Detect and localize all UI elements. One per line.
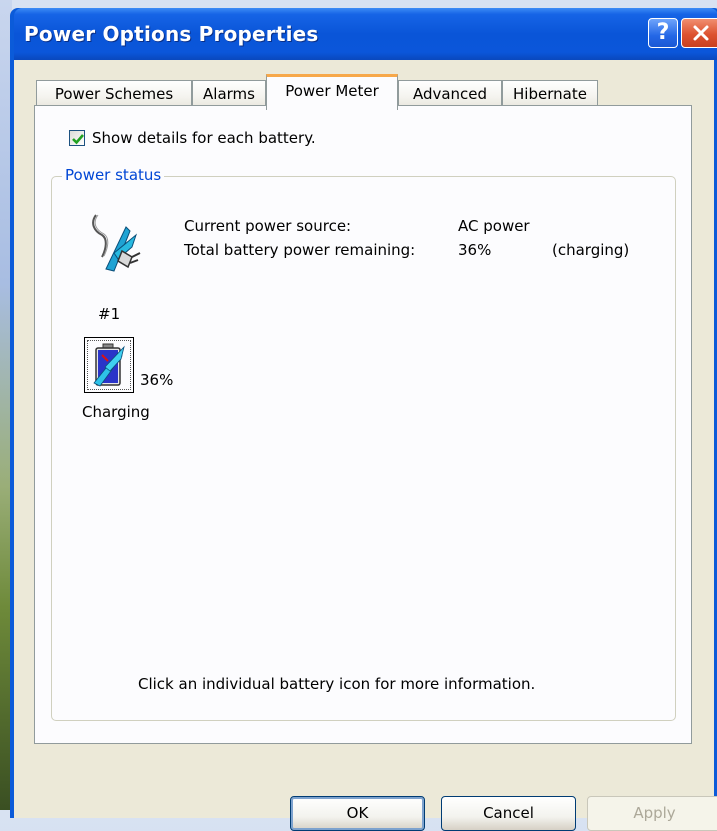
tab-power-meter[interactable]: Power Meter <box>266 74 398 110</box>
show-details-checkbox[interactable] <box>69 130 85 146</box>
apply-label: Apply <box>633 804 676 822</box>
cancel-button[interactable]: Cancel <box>441 796 576 831</box>
battery-charging-icon <box>93 343 125 387</box>
checkmark-icon <box>72 134 84 145</box>
cancel-label: Cancel <box>483 804 534 822</box>
power-meter-panel: Show details for each battery. Power sta… <box>34 105 692 744</box>
tab-hibernate[interactable]: Hibernate <box>502 80 598 108</box>
tab-label: Hibernate <box>513 85 587 103</box>
battery-focus <box>87 340 131 390</box>
remaining-value: 36% <box>458 241 492 259</box>
power-status-title: Power status <box>62 166 165 184</box>
tab-label: Power Meter <box>285 82 379 100</box>
battery-number: #1 <box>98 305 121 323</box>
title-bar[interactable]: Power Options Properties ? <box>14 8 717 60</box>
current-source-value: AC power <box>458 217 530 235</box>
current-source-label: Current power source: <box>184 217 352 235</box>
tab-alarms[interactable]: Alarms <box>192 80 266 108</box>
ok-label: OK <box>346 804 369 822</box>
tab-label: Advanced <box>412 85 488 103</box>
help-button[interactable]: ? <box>648 18 678 48</box>
ok-button[interactable]: OK <box>290 796 425 831</box>
tab-power-schemes[interactable]: Power Schemes <box>36 80 192 108</box>
battery-status: Charging <box>82 403 150 421</box>
ac-power-plug-icon <box>92 214 141 272</box>
battery-hint: Click an individual battery icon for mor… <box>138 675 536 693</box>
remaining-state: (charging) <box>552 241 630 259</box>
help-icon: ? <box>656 20 670 45</box>
apply-button: Apply <box>587 796 717 831</box>
close-icon <box>693 25 709 41</box>
window-title: Power Options Properties <box>24 22 319 46</box>
battery-1-button[interactable] <box>84 337 134 393</box>
tab-label: Power Schemes <box>54 85 174 103</box>
dialog-window: Power Options Properties ? Power Schemes… <box>10 8 717 831</box>
close-button[interactable] <box>681 18 717 48</box>
remaining-label: Total battery power remaining: <box>184 241 416 259</box>
dialog-body: Power Schemes Alarms Power Meter Advance… <box>14 60 717 831</box>
tab-label: Alarms <box>203 85 255 103</box>
power-status-group: Power status Current power source: AC po… <box>51 166 676 721</box>
tab-advanced[interactable]: Advanced <box>398 80 502 108</box>
battery-percent: 36% <box>140 371 174 389</box>
show-details-label: Show details for each battery. <box>92 129 316 147</box>
